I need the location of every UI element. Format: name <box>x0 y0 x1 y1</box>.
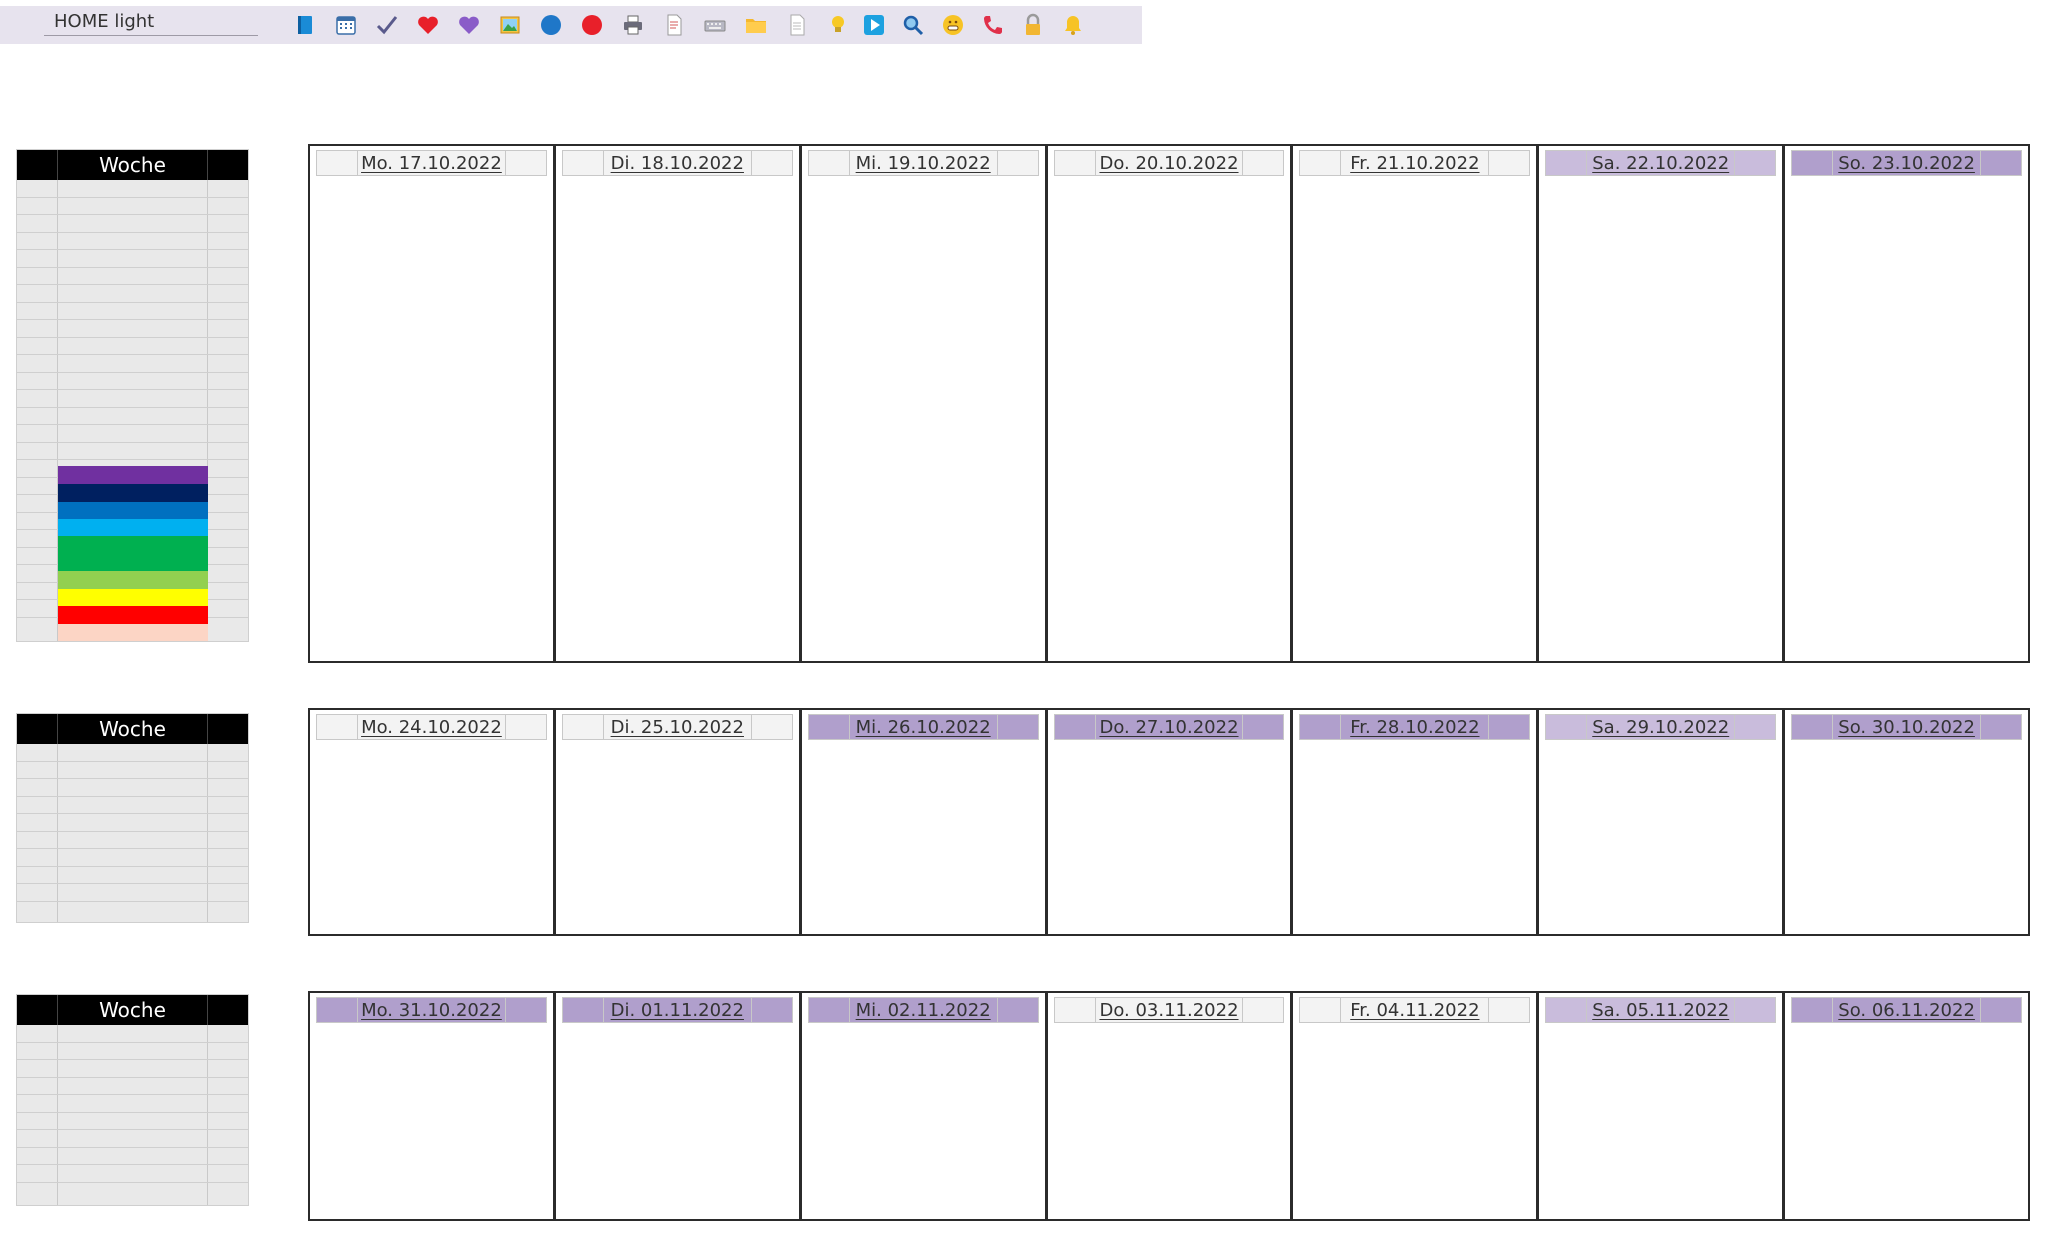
day-header[interactable]: Mi. 19.10.2022 <box>807 150 1039 176</box>
play-button-icon[interactable] <box>861 12 887 38</box>
color-swatch-yellow[interactable] <box>58 589 208 606</box>
week-header: Woche <box>17 714 248 744</box>
lock-icon[interactable] <box>1020 12 1046 38</box>
day-header[interactable]: Sa. 05.11.2022 <box>1545 997 1777 1023</box>
day-column[interactable]: Mi. 02.11.2022 <box>802 993 1048 1219</box>
week-header: Woche <box>17 150 248 180</box>
toolbar: HOME light <box>0 6 1142 44</box>
day-column[interactable]: Mo. 24.10.2022 <box>310 710 556 934</box>
day-header[interactable]: Do. 03.11.2022 <box>1053 997 1285 1023</box>
book-icon[interactable] <box>292 12 318 38</box>
week-header: Woche <box>17 995 248 1025</box>
red-heart-icon[interactable] <box>415 12 441 38</box>
week-label: Woche <box>99 998 166 1022</box>
telephone-icon[interactable] <box>980 12 1006 38</box>
day-column[interactable]: Do. 20.10.2022 <box>1048 146 1294 661</box>
printer-icon[interactable] <box>620 12 646 38</box>
day-column[interactable]: Do. 27.10.2022 <box>1048 710 1294 934</box>
week-calendar-3: Mo. 31.10.2022 Di. 01.11.2022 Mi. 02.11.… <box>308 991 2030 1221</box>
day-header[interactable]: So. 30.10.2022 <box>1791 714 2023 740</box>
day-column[interactable]: Mi. 19.10.2022 <box>802 146 1048 661</box>
page-icon[interactable] <box>784 12 810 38</box>
day-header[interactable]: Do. 27.10.2022 <box>1053 714 1285 740</box>
magnifier-icon[interactable] <box>900 12 926 38</box>
color-swatch-light-blue[interactable] <box>58 519 208 536</box>
keyboard-icon[interactable] <box>702 12 728 38</box>
week-calendar-2: Mo. 24.10.2022 Di. 25.10.2022 Mi. 26.10.… <box>308 708 2030 936</box>
day-column[interactable]: Sa. 22.10.2022 <box>1539 146 1786 661</box>
calendar-icon[interactable] <box>333 12 359 38</box>
day-header[interactable]: Mo. 31.10.2022 <box>316 997 547 1023</box>
week-calendar-1: Mo. 17.10.2022 Di. 18.10.2022 Mi. 19.10.… <box>308 144 2030 663</box>
day-column[interactable]: Di. 01.11.2022 <box>556 993 802 1219</box>
week-summary-table: Woche <box>16 994 249 1206</box>
day-column[interactable]: Fr. 04.11.2022 <box>1293 993 1540 1219</box>
day-header[interactable]: Mi. 26.10.2022 <box>807 714 1039 740</box>
week-summary-table: Woche <box>16 713 249 923</box>
day-column[interactable]: Do. 03.11.2022 <box>1048 993 1294 1219</box>
day-column[interactable]: Di. 18.10.2022 <box>556 146 802 661</box>
week-summary-table: Woche <box>16 149 249 642</box>
day-column[interactable]: Mo. 31.10.2022 <box>310 993 556 1219</box>
day-header[interactable]: Mi. 02.11.2022 <box>807 997 1039 1023</box>
bell-icon[interactable] <box>1060 12 1086 38</box>
purple-heart-icon[interactable] <box>456 12 482 38</box>
picture-icon[interactable] <box>497 12 523 38</box>
blue-circle-icon[interactable] <box>538 12 564 38</box>
day-header[interactable]: Mo. 17.10.2022 <box>316 150 547 176</box>
day-column[interactable]: Sa. 05.11.2022 <box>1539 993 1786 1219</box>
day-header[interactable]: So. 06.11.2022 <box>1791 997 2023 1023</box>
day-column[interactable]: So. 30.10.2022 <box>1785 710 2028 934</box>
day-header[interactable]: Fr. 04.11.2022 <box>1299 997 1531 1023</box>
day-header[interactable]: Fr. 28.10.2022 <box>1299 714 1531 740</box>
grinning-face-icon[interactable] <box>940 12 966 38</box>
sheet-title[interactable]: HOME light <box>44 10 258 36</box>
folder-icon[interactable] <box>743 12 769 38</box>
checkmark-icon[interactable] <box>374 12 400 38</box>
color-swatch-peach[interactable] <box>58 624 208 641</box>
document-icon[interactable] <box>661 12 687 38</box>
day-column[interactable]: So. 23.10.2022 <box>1785 146 2028 661</box>
week-label: Woche <box>99 153 166 177</box>
day-column[interactable]: Mi. 26.10.2022 <box>802 710 1048 934</box>
red-circle-icon[interactable] <box>579 12 605 38</box>
day-header[interactable]: Fr. 21.10.2022 <box>1299 150 1531 176</box>
day-header[interactable]: Di. 25.10.2022 <box>561 714 793 740</box>
day-column[interactable]: Mo. 17.10.2022 <box>310 146 556 661</box>
day-column[interactable]: Fr. 28.10.2022 <box>1293 710 1540 934</box>
day-column[interactable]: So. 06.11.2022 <box>1785 993 2028 1219</box>
color-swatch-purple[interactable] <box>58 466 208 484</box>
day-header[interactable]: Di. 18.10.2022 <box>561 150 793 176</box>
day-column[interactable]: Di. 25.10.2022 <box>556 710 802 934</box>
day-header[interactable]: So. 23.10.2022 <box>1791 150 2023 176</box>
color-swatch-blue[interactable] <box>58 502 208 519</box>
day-header[interactable]: Di. 01.11.2022 <box>561 997 793 1023</box>
day-column[interactable]: Sa. 29.10.2022 <box>1539 710 1786 934</box>
color-swatch-light-green[interactable] <box>58 571 208 589</box>
week-label: Woche <box>99 717 166 741</box>
color-swatch-red[interactable] <box>58 606 208 624</box>
day-header[interactable]: Do. 20.10.2022 <box>1053 150 1285 176</box>
day-header[interactable]: Sa. 22.10.2022 <box>1545 150 1777 176</box>
day-header[interactable]: Sa. 29.10.2022 <box>1545 714 1777 740</box>
lightbulb-icon[interactable] <box>825 12 851 38</box>
day-column[interactable]: Fr. 21.10.2022 <box>1293 146 1540 661</box>
day-header[interactable]: Mo. 24.10.2022 <box>316 714 547 740</box>
color-swatch-navy[interactable] <box>58 484 208 502</box>
color-swatch-green[interactable] <box>58 536 208 571</box>
